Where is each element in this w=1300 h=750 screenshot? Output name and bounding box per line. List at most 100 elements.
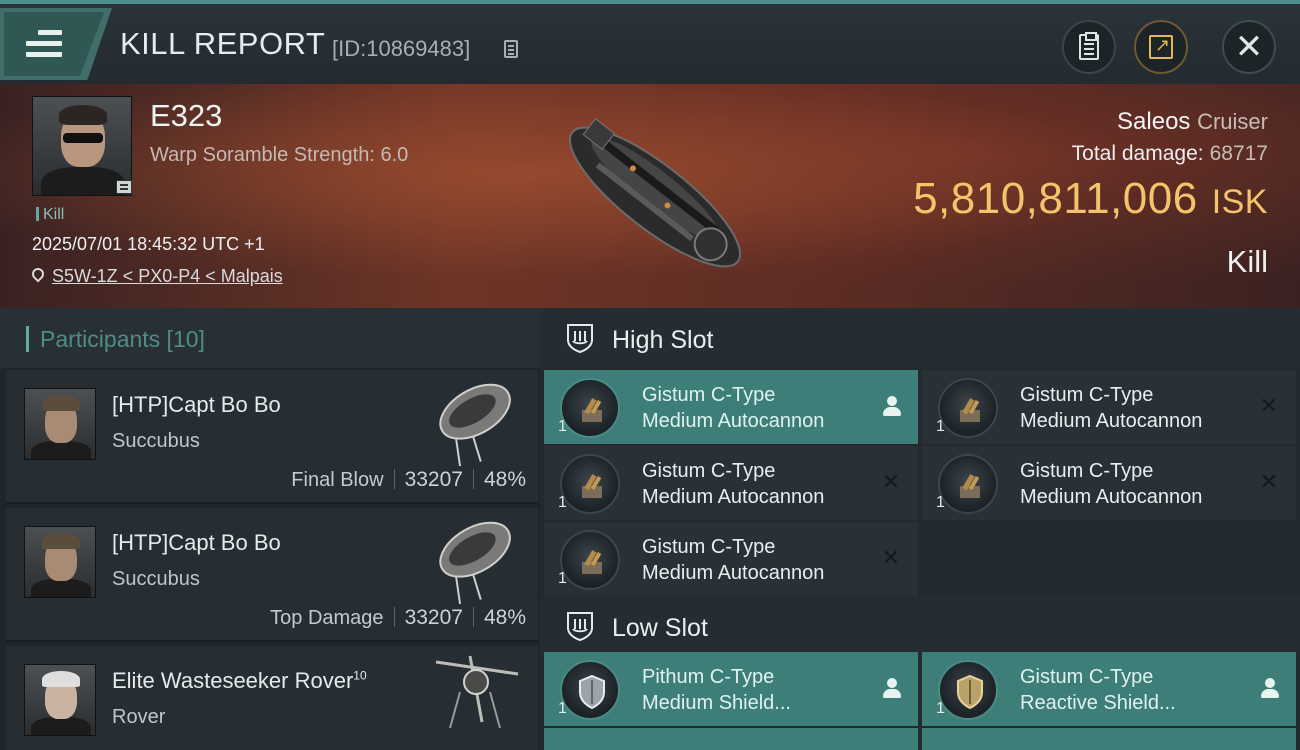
- module-quantity: 1: [558, 700, 567, 717]
- report-id: [ID:10869483]: [332, 36, 471, 61]
- participant-row[interactable]: [HTP]Capt Bo Bo Succubus Final Blow 33207…: [6, 370, 538, 504]
- autocannon-icon: [560, 454, 620, 514]
- high-slot-icon: [567, 324, 593, 354]
- module-name: Pithum C-Type Medium Shield...: [642, 664, 791, 716]
- module-name-line1: Gistum C-Type: [1020, 460, 1154, 482]
- participant-role: Final Blow: [291, 469, 384, 491]
- high-slot-header: High Slot: [540, 308, 1300, 368]
- participant-ship-image: [435, 655, 519, 729]
- participant-name: Elite Wasteseeker Rover10: [112, 668, 367, 694]
- notes-button[interactable]: [1062, 20, 1116, 74]
- clipboard-icon: [1079, 32, 1099, 60]
- module-name-line1: Gistum C-Type: [1020, 666, 1154, 688]
- menu-button[interactable]: [0, 8, 112, 80]
- kill-tag: Kill: [36, 206, 64, 224]
- module-name-line2: Medium Autocannon: [1020, 410, 1203, 432]
- close-button[interactable]: ✕: [1222, 20, 1276, 74]
- location-pin-icon: [32, 268, 44, 284]
- participant-role: Top Damage: [270, 607, 384, 629]
- ship-class: Cruiser: [1197, 109, 1268, 134]
- module-name-line2: Reactive Shield...: [1020, 692, 1176, 714]
- module-slot[interactable]: 1 Pithum C-Type Medium Shield...: [544, 652, 918, 726]
- autocannon-icon: [560, 378, 620, 438]
- hamburger-icon: [26, 30, 62, 58]
- participant-damage: 33207: [404, 468, 463, 491]
- destroyed-icon: ✕: [881, 470, 900, 495]
- total-damage: Total damage: 68717: [1072, 142, 1268, 166]
- victim-summary: E323 Warp Soramble Strength: 6.0 Kill 20…: [0, 84, 1300, 308]
- module-name-line1: Pithum C-Type: [642, 666, 775, 688]
- module-name-line1: Gistum C-Type: [1020, 384, 1154, 406]
- location-link[interactable]: S5W-1Z < PX0-P4 < Malpais: [52, 266, 283, 286]
- low-slot-header: Low Slot: [540, 596, 1300, 656]
- participant-name: [HTP]Capt Bo Bo: [112, 392, 281, 417]
- ship-name: Saleos: [1117, 108, 1191, 135]
- kill-datetime: 2025/07/01 18:45:32 UTC +1: [32, 234, 265, 254]
- module-name-line2: Medium Shield...: [642, 692, 791, 714]
- module-name: Gistum C-Type Medium Autocannon: [1020, 382, 1202, 434]
- participant-stats: Final Blow 33207 48%: [291, 468, 526, 492]
- module-slot[interactable]: 1 Gistum C-Type Medium Autocannon ✕: [544, 522, 918, 596]
- module-name: Gistum C-Type Medium Autocannon: [1020, 458, 1202, 510]
- kill-result: Kill: [1226, 244, 1268, 279]
- copy-id-icon[interactable]: [504, 40, 518, 58]
- autocannon-icon: [938, 454, 998, 514]
- participant-ship-image: [439, 521, 511, 604]
- participant-row[interactable]: Elite Wasteseeker Rover10 Rover: [6, 646, 538, 750]
- participants-label: Participants [10]: [40, 326, 205, 352]
- participant-percent: 48%: [483, 468, 526, 491]
- module-slot-partial[interactable]: [544, 728, 918, 750]
- module-slot[interactable]: 1 Gistum C-Type Medium Autocannon ✕: [922, 446, 1296, 520]
- participant-name-text: Elite Wasteseeker Rover: [112, 668, 354, 693]
- module-quantity: 1: [936, 494, 945, 511]
- module-quantity: 1: [936, 700, 945, 717]
- participant-damage: 33207: [404, 606, 463, 629]
- module-slot[interactable]: 1 Gistum C-Type Reactive Shield...: [922, 652, 1296, 726]
- participants-panel: Participants [10] [HTP]Capt Bo Bo Succub…: [0, 308, 540, 750]
- pilot-icon: [1260, 678, 1280, 700]
- module-name: Gistum C-Type Reactive Shield...: [1020, 664, 1176, 716]
- destroyed-icon: ✕: [1259, 470, 1278, 495]
- low-slot-icon: [567, 612, 593, 642]
- pilot-icon: [882, 678, 902, 700]
- participant-ship: Succubus: [112, 430, 200, 452]
- participant-level: 10: [353, 668, 367, 683]
- participant-portrait[interactable]: [24, 388, 96, 460]
- fitting-panel: High Slot 1 Gistum C-Type Medium Autocann…: [540, 308, 1300, 750]
- module-slot[interactable]: 1 Gistum C-Type Medium Autocannon ✕: [922, 370, 1296, 444]
- destroyed-icon: ✕: [1259, 394, 1278, 419]
- low-slot-label: Low Slot: [612, 614, 708, 642]
- shield-module-icon: [938, 660, 998, 720]
- module-slot-partial[interactable]: [922, 728, 1296, 750]
- module-quantity: 1: [558, 494, 567, 511]
- pilot-icon: [882, 396, 902, 418]
- victim-attribute: Warp Soramble Strength: 6.0: [150, 144, 409, 166]
- module-name-line1: Gistum C-Type: [642, 384, 776, 406]
- participant-percent: 48%: [483, 606, 526, 629]
- module-name-line1: Gistum C-Type: [642, 536, 776, 558]
- destroyed-icon: ✕: [881, 546, 900, 571]
- kill-location[interactable]: S5W-1Z < PX0-P4 < Malpais: [32, 266, 283, 287]
- module-slot[interactable]: 1 Gistum C-Type Medium Autocannon ✕: [544, 446, 918, 520]
- module-slot[interactable]: 1 Gistum C-Type Medium Autocannon: [544, 370, 918, 444]
- module-name: Gistum C-Type Medium Autocannon: [642, 534, 824, 586]
- module-quantity: 1: [558, 570, 567, 587]
- participant-portrait[interactable]: [24, 664, 96, 736]
- participant-row[interactable]: [HTP]Capt Bo Bo Succubus Top Damage 33207…: [6, 508, 538, 642]
- isk-value: 5,810,811,006: [913, 174, 1198, 223]
- page-title: KILL REPORT: [120, 26, 326, 61]
- participant-portrait[interactable]: [24, 526, 96, 598]
- victim-ship-image: [568, 118, 742, 268]
- participants-header[interactable]: Participants [10]: [0, 308, 540, 368]
- autocannon-icon: [938, 378, 998, 438]
- kill-report-screen: KILL REPORT [ID:10869483] ✕ E323 Warp So…: [0, 0, 1300, 750]
- module-name-line1: Gistum C-Type: [642, 460, 776, 482]
- total-damage-value: 68717: [1209, 142, 1268, 165]
- module-name-line2: Medium Autocannon: [1020, 486, 1203, 508]
- module-name: Gistum C-Type Medium Autocannon: [642, 382, 824, 434]
- participant-ship: Succubus: [112, 568, 200, 590]
- share-button[interactable]: [1134, 20, 1188, 74]
- high-slot-label: High Slot: [612, 326, 714, 354]
- victim-info-icon[interactable]: [116, 180, 132, 194]
- module-quantity: 1: [558, 418, 567, 435]
